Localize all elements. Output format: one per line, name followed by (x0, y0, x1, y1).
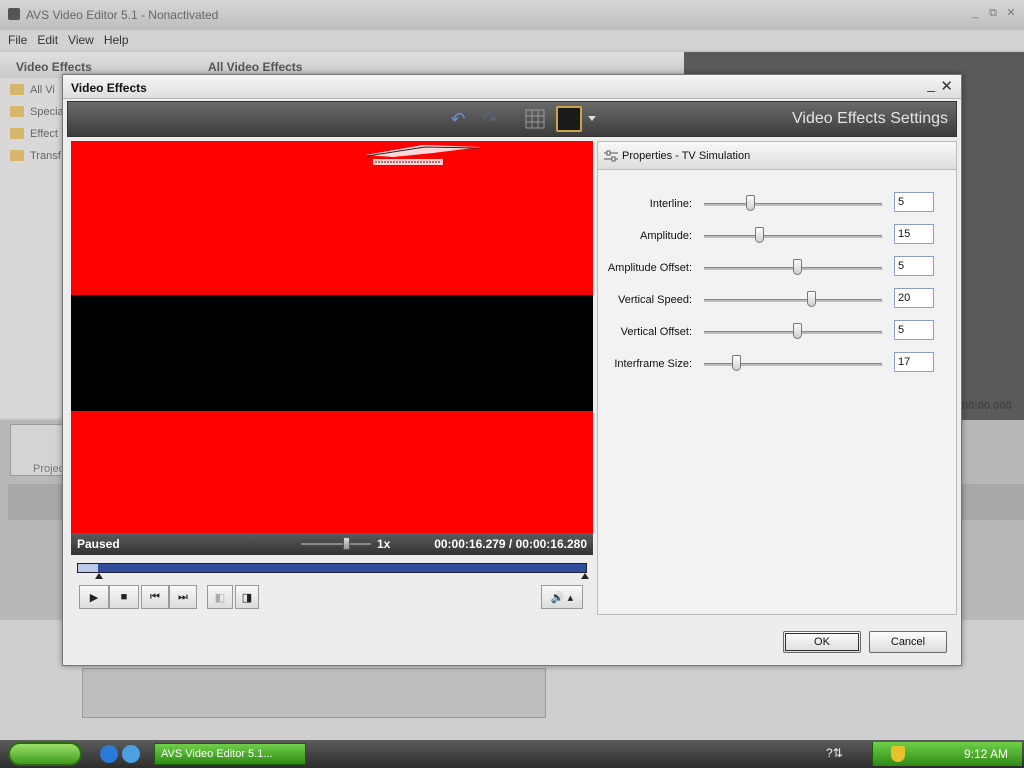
dropdown-arrow-icon[interactable] (588, 116, 596, 121)
time-display: 00:00:16.279 / 00:00:16.280 (434, 537, 587, 551)
video-preview (71, 141, 593, 533)
taskbar-app-button[interactable]: AVS Video Editor 5.1... (154, 743, 306, 765)
app-title-bar: AVS Video Editor 5.1 - Nonactivated _ ⧉ … (0, 0, 1024, 30)
app-title: AVS Video Editor 5.1 - Nonactivated (26, 8, 219, 22)
param-value-input[interactable]: 5 (894, 192, 934, 212)
taskbar: AVS Video Editor 5.1... ?⇅ 9:12 AM (0, 740, 1024, 768)
effects-toolbar: ↶ ↷ Video Effects Settings (67, 101, 957, 137)
param-slider-thumb[interactable] (806, 291, 816, 307)
param-label: Amplitude: (640, 230, 692, 242)
quick-launch-icon[interactable] (122, 745, 140, 763)
speed-value: 1x (377, 537, 391, 551)
minimize-icon[interactable]: _ (927, 76, 935, 92)
playback-status: Paused (77, 537, 120, 551)
next-frame-button[interactable]: ⏭ (169, 585, 197, 609)
speed-slider-thumb[interactable] (343, 537, 350, 550)
menu-bar: File Edit View Help (0, 30, 1024, 50)
param-slider-track[interactable] (704, 299, 882, 302)
shield-icon[interactable] (891, 746, 905, 762)
redo-icon[interactable]: ↷ (478, 108, 502, 130)
param-slider-thumb[interactable] (755, 227, 765, 243)
properties-icon (604, 150, 618, 162)
mark-out-button[interactable]: ◨ (235, 585, 259, 609)
ok-button[interactable]: OK (783, 631, 861, 653)
param-row-vertical-offset: Vertical Offset: 5 (598, 320, 956, 344)
undo-icon[interactable]: ↶ (446, 108, 470, 130)
internet-explorer-icon[interactable] (100, 745, 118, 763)
system-tray: 9:12 AM (872, 742, 1022, 766)
preview-black-band (71, 295, 593, 411)
minimize-icon[interactable]: _ (968, 6, 982, 20)
properties-panel: Properties - TV Simulation Interline: 5 … (597, 141, 957, 615)
param-value-input[interactable]: 15 (894, 224, 934, 244)
settings-title: Video Effects Settings (792, 110, 948, 127)
param-slider-track[interactable] (704, 203, 882, 206)
menu-view[interactable]: View (68, 33, 94, 47)
clock: 9:12 AM (963, 747, 1008, 761)
seek-bar[interactable] (77, 563, 587, 573)
param-slider-thumb[interactable] (792, 323, 802, 339)
properties-header: Properties - TV Simulation (598, 142, 956, 170)
param-row-vertical-speed: Vertical Speed: 20 (598, 288, 956, 312)
param-row-interframe-size: Interframe Size: 17 (598, 352, 956, 376)
param-label: Amplitude Offset: (607, 262, 692, 274)
param-row-amplitude: Amplitude: 15 (598, 224, 956, 248)
help-icon[interactable]: ?⇅ (826, 746, 843, 760)
menu-help[interactable]: Help (104, 33, 129, 47)
param-row-amplitude-offset: Amplitude Offset: 5 (598, 256, 956, 280)
restore-icon[interactable]: ⧉ (986, 6, 1000, 20)
param-value-input[interactable]: 17 (894, 352, 934, 372)
dialog-title: Video Effects (71, 81, 147, 95)
app-icon (8, 8, 20, 20)
mark-in-button[interactable]: ◧ (207, 585, 233, 609)
track-cell (82, 668, 546, 718)
end-marker-icon[interactable] (581, 573, 589, 579)
monitor-icon[interactable] (556, 106, 582, 132)
grid-icon[interactable] (524, 108, 546, 130)
playback-status-bar: Paused 1x 00:00:16.279 / 00:00:16.280 (71, 533, 593, 555)
time-readout: 00:00.000 (962, 400, 1012, 412)
menu-edit[interactable]: Edit (37, 33, 58, 47)
stop-button[interactable]: ■ (109, 585, 139, 609)
projector-button[interactable]: Projec (10, 424, 70, 476)
volume-button[interactable]: 🔊 ▴ (541, 585, 583, 609)
app-window-controls: _ ⧉ ✕ (968, 6, 1018, 20)
param-label: Interline: (649, 198, 692, 210)
properties-title: Properties - TV Simulation (622, 150, 751, 162)
menu-file[interactable]: File (8, 33, 27, 47)
start-button[interactable] (8, 742, 82, 766)
param-slider-thumb[interactable] (792, 259, 802, 275)
param-value-input[interactable]: 20 (894, 288, 934, 308)
speed-slider-track[interactable] (301, 543, 371, 545)
param-label: Vertical Offset: (620, 326, 692, 338)
param-value-input[interactable]: 5 (894, 320, 934, 340)
param-slider-thumb[interactable] (746, 195, 756, 211)
param-slider-track[interactable] (704, 235, 882, 238)
cancel-button[interactable]: Cancel (869, 631, 947, 653)
param-slider-track[interactable] (704, 363, 882, 366)
param-value-input[interactable]: 5 (894, 256, 934, 276)
previous-frame-button[interactable]: ⏮ (141, 585, 169, 609)
param-slider-thumb[interactable] (732, 355, 742, 371)
video-effects-dialog: Video Effects _ ✕ ↶ ↷ Video Effects Sett… (62, 74, 962, 666)
close-icon[interactable]: ✕ (940, 77, 953, 95)
param-row-interline: Interline: 5 (598, 192, 956, 216)
dialog-title-bar: Video Effects _ ✕ (63, 75, 961, 99)
param-label: Vertical Speed: (618, 294, 692, 306)
param-label: Interframe Size: (614, 358, 692, 370)
watermark-logo (365, 145, 481, 165)
seek-progress (78, 564, 99, 572)
start-marker-icon[interactable] (95, 573, 103, 579)
close-icon[interactable]: ✕ (1004, 6, 1018, 20)
play-button[interactable]: ▶ (79, 585, 109, 609)
